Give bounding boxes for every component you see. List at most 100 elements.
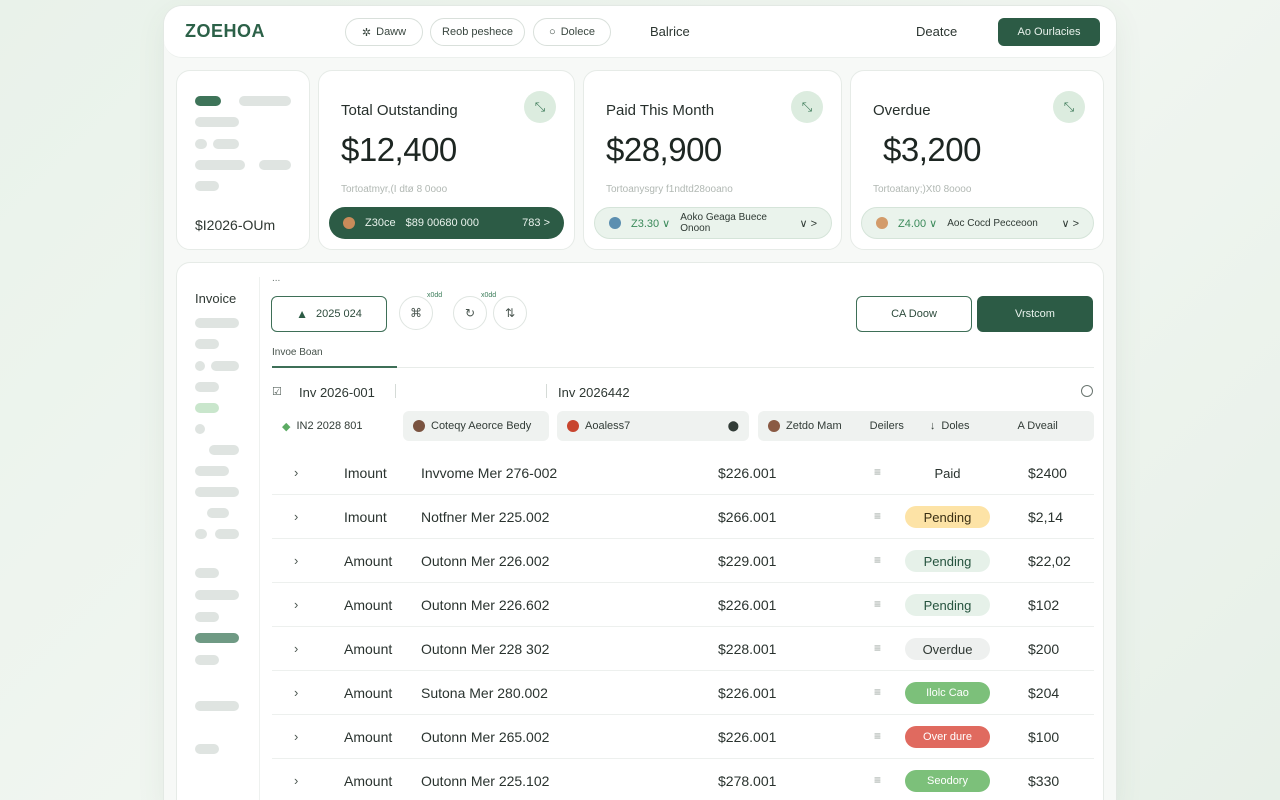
sidebar-item[interactable]	[207, 508, 229, 518]
filter-chip-group[interactable]: Zetdo Mam Deilers ↓ Doles A Dveail	[758, 411, 1094, 441]
row-total: $2400	[1028, 465, 1067, 481]
invoice-table: › Imount Invvome Mer 276-002 $226.001 ≡ …	[272, 451, 1094, 800]
top-cta-button[interactable]: Ao Ourlacies	[998, 18, 1100, 46]
select-all-checkbox[interactable]: ☑	[272, 385, 282, 398]
table-row[interactable]: › Imount Invvome Mer 276-002 $226.001 ≡ …	[272, 451, 1094, 495]
card-action-bar[interactable]: Z4.00 ∨ Aoc Cocd Pecceoon ∨ >	[861, 207, 1094, 239]
table-row[interactable]: › Amount Outonn Mer 225.102 $278.001 ≡ S…	[272, 759, 1094, 800]
refresh-icon-button[interactable]: ↻	[453, 296, 487, 330]
dots-label: ...	[272, 273, 281, 284]
table-row[interactable]: › Amount Outonn Mer 226.602 $226.001 ≡ P…	[272, 583, 1094, 627]
filter-chip-address[interactable]: Aoaless7 ⬤	[557, 411, 749, 441]
date-filter-label: 2025 024	[316, 308, 362, 320]
filter-chip-category[interactable]: Coteqy Aeorce Bedy	[403, 411, 549, 441]
sidebar-item[interactable]	[195, 339, 219, 349]
date-filter-button[interactable]: ▲ 2025 024	[271, 296, 387, 332]
sidebar-item[interactable]	[195, 361, 205, 371]
expand-icon[interactable]: ⤡	[524, 91, 556, 123]
card-action-bar[interactable]: Z3.30 ∨ Aoko Geaga Buece Onoon ∨ >	[594, 207, 832, 239]
sidebar-item[interactable]	[215, 529, 239, 539]
sidebar-item[interactable]	[195, 744, 219, 754]
row-amount: $228.001	[718, 641, 777, 657]
menu-icon[interactable]: ≡	[874, 465, 881, 479]
sidebar-item[interactable]	[195, 318, 239, 328]
row-type: Imount	[344, 509, 387, 525]
sidebar-item[interactable]	[195, 403, 219, 413]
secondary-action-button[interactable]: CA Doow	[856, 296, 972, 332]
table-row[interactable]: › Amount Outonn Mer 228 302 $228.001 ≡ O…	[272, 627, 1094, 671]
brand-logo[interactable]: ZOEHOA	[185, 21, 265, 42]
chevron-right-icon[interactable]: ›	[294, 465, 298, 480]
invoice-range-end: Inv 2026442	[558, 385, 630, 400]
menu-icon[interactable]: ≡	[874, 509, 881, 523]
chevron-right-icon[interactable]: ›	[294, 641, 298, 656]
filter-chip-id[interactable]: ◆ IN2 2028 801	[272, 411, 373, 441]
nav-pill-3[interactable]: ○ Dolece	[533, 18, 611, 46]
chevron-right-icon[interactable]: ›	[294, 729, 298, 744]
chevron-right-icon[interactable]: ›	[294, 553, 298, 568]
nav-pill-1[interactable]: ✲ Dаww	[345, 18, 423, 46]
chevron-right-icon[interactable]: ›	[294, 597, 298, 612]
filter-chip-detail-label: A Dveail	[1017, 420, 1058, 432]
card-note: Tortoanysgry f1ndtd28ooano	[606, 184, 733, 195]
sidebar-item[interactable]	[195, 424, 205, 434]
menu-icon[interactable]: ≡	[874, 685, 881, 699]
radio-icon[interactable]	[1081, 385, 1093, 397]
sidebar-item[interactable]	[195, 382, 219, 392]
table-row[interactable]: › Amount Outonn Mer 265.002 $226.001 ≡ O…	[272, 715, 1094, 759]
header-divider	[546, 384, 547, 398]
card-value: $12,400	[341, 131, 457, 168]
sidebar-item[interactable]	[195, 655, 219, 665]
filter-icon-button[interactable]: ⌘	[399, 296, 433, 330]
nav-link-detail[interactable]: Deatce	[916, 24, 957, 39]
nav-link-balance[interactable]: Balrice	[650, 24, 690, 39]
sidebar-item[interactable]	[195, 701, 239, 711]
card-bar-right: 783 >	[522, 217, 550, 229]
chevron-right-icon[interactable]: ›	[294, 509, 298, 524]
filter-row: ◆ IN2 2028 801 Coteqy Aeorce Bedy Aoales…	[272, 411, 1094, 441]
sidebar-item[interactable]	[195, 529, 207, 539]
tiny-label-1: x0dd	[427, 292, 443, 299]
card-title: Total Outstanding	[341, 102, 458, 119]
sidebar-item[interactable]	[195, 487, 239, 497]
menu-icon[interactable]: ≡	[874, 641, 881, 655]
nav-pill-2-label: Reob peshece	[442, 26, 513, 38]
menu-icon[interactable]: ≡	[874, 773, 881, 787]
expand-icon[interactable]: ⤡	[1053, 91, 1085, 123]
card-bar-left: Z3.30 ∨	[631, 217, 671, 230]
tiny-label-2: x0dd	[481, 292, 497, 299]
sidebar-item[interactable]	[195, 590, 239, 600]
tab-invoice[interactable]: Invoe Boan	[272, 347, 323, 358]
card-bar-right: ∨ >	[799, 217, 817, 230]
menu-icon[interactable]: ≡	[874, 553, 881, 567]
menu-icon[interactable]: ≡	[874, 597, 881, 611]
nav-pill-2[interactable]: Reob peshece	[430, 18, 525, 46]
status-badge: Overdue	[905, 638, 990, 660]
sort-icon-button[interactable]: ⇅	[493, 296, 527, 330]
row-type: Amount	[344, 641, 393, 657]
sidebar-item[interactable]	[211, 361, 239, 371]
sidebar-item[interactable]	[195, 466, 229, 476]
table-row[interactable]: › Amount Sutona Mer 280.002 $226.001 ≡ I…	[272, 671, 1094, 715]
table-row[interactable]: › Imount Notfner Mer 225.002 $266.001 ≡ …	[272, 495, 1094, 539]
sidebar-item[interactable]	[195, 612, 219, 622]
filter-chip-id-label: IN2 2028 801	[296, 420, 363, 432]
row-amount: $278.001	[718, 773, 777, 789]
table-row[interactable]: › Amount Outonn Mer 226.002 $229.001 ≡ P…	[272, 539, 1094, 583]
sidebar-item-active[interactable]	[195, 633, 239, 643]
expand-icon[interactable]: ⤡	[791, 91, 823, 123]
row-total: $204	[1028, 685, 1060, 701]
row-name: Sutona Mer 280.002	[421, 685, 548, 701]
row-amount: $226.001	[718, 729, 777, 745]
chevron-right-icon[interactable]: ›	[294, 685, 298, 700]
card-value: $3,200	[883, 131, 981, 168]
menu-icon[interactable]: ≡	[874, 729, 881, 743]
primary-action-button[interactable]: Vrstcom	[977, 296, 1093, 332]
card-action-bar[interactable]: Z30ce $89 00680 000 783 >	[329, 207, 564, 239]
sidebar-item[interactable]	[195, 568, 219, 578]
row-amount: $229.001	[718, 553, 777, 569]
row-type: Amount	[344, 553, 393, 569]
sidebar-item[interactable]	[209, 445, 239, 455]
chevron-right-icon[interactable]: ›	[294, 773, 298, 788]
avatar	[876, 217, 888, 229]
